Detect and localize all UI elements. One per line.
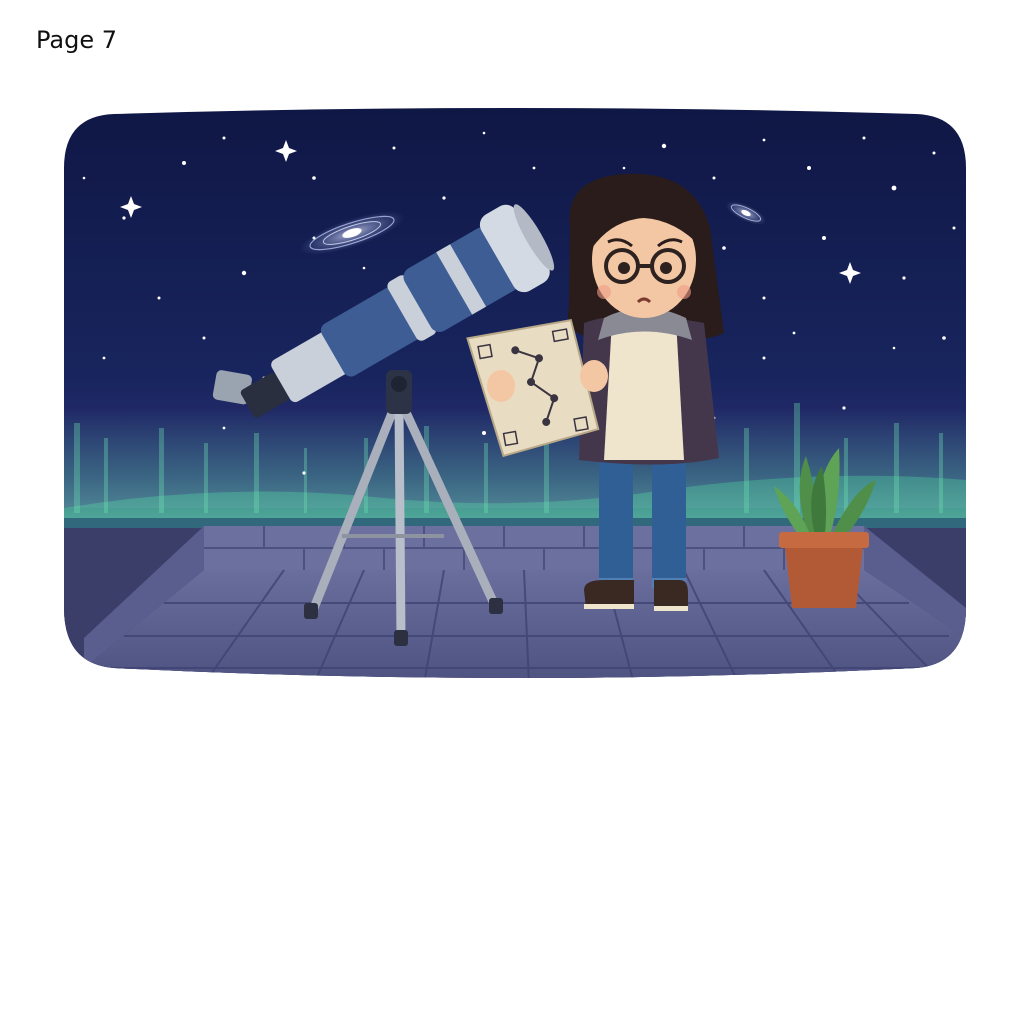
story-illustration [64, 108, 966, 684]
page-number: Page 7 [36, 26, 117, 54]
